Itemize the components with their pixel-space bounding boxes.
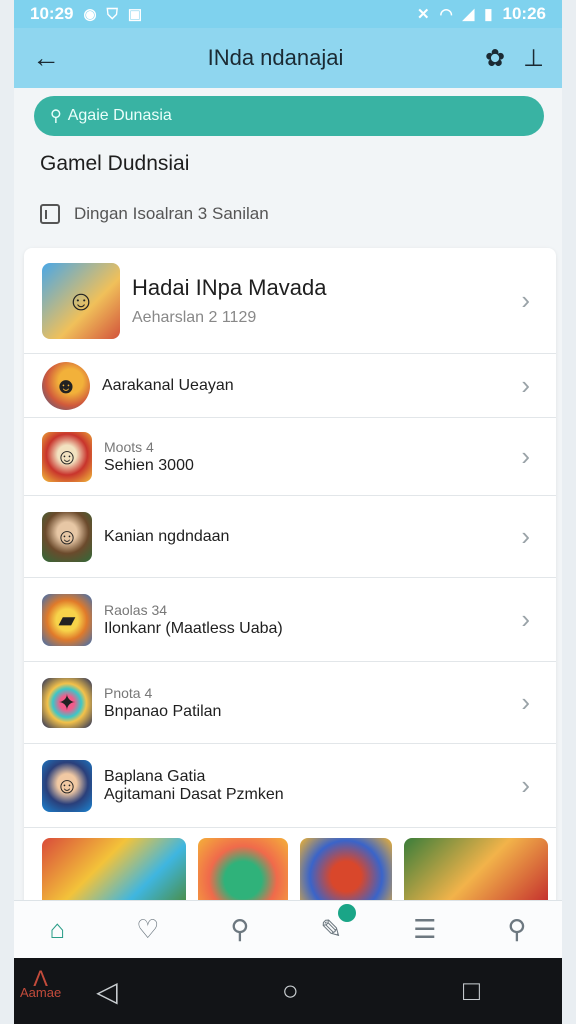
game-tiles-row <box>42 838 548 900</box>
character-icon: ☺ <box>55 523 79 549</box>
mute-icon: ✕ <box>417 6 430 23</box>
featured-row[interactable]: ☺ Hadai INpa Mavada Aeharslan 2 1129 › <box>24 248 556 354</box>
list-item-label: Sehien 3000 <box>104 456 194 474</box>
arrow-left-icon[interactable]: ← <box>32 42 66 74</box>
list-item[interactable]: ☺ Moots 4 Sehien 3000 › <box>24 418 556 496</box>
screen: 10:29 ◉ ⛉ ▣ ✕ ◠ ◢ ▮ 10:26 ← INda ndanaja… <box>0 0 576 1024</box>
list-item-label: Kanian ngdndaan <box>104 527 230 545</box>
system-nav-bar: ◁ ○ □ <box>14 958 562 1024</box>
message-icon: ▣ <box>127 6 143 23</box>
section-title: Gamel Dudnsiai <box>40 152 190 175</box>
subtitle-text: Dingan Isoalran 3 Sanilan <box>74 204 269 223</box>
game-tile[interactable] <box>198 838 288 900</box>
edit-icon[interactable]: ✎ <box>320 904 357 945</box>
bee-icon[interactable]: ✿ <box>485 44 505 73</box>
status-time-left: 10:29 <box>30 4 74 23</box>
main-content: ⚲ Agaie Dunasia Gamel Dudnsiai Dingan Is… <box>14 88 562 900</box>
game-thumbnail: ☺ <box>42 759 92 812</box>
logo-icon: Λ <box>33 966 48 991</box>
subtitle-row: Dingan Isoalran 3 Sanilan <box>40 204 269 224</box>
brand-logo: Λ Aamae <box>20 966 62 1000</box>
chevron-right-icon: › <box>521 285 530 315</box>
list-item-label: Aarakanal Ueayan <box>102 376 234 394</box>
list-item-label: Agitamani Dasat Pzmken <box>104 785 284 803</box>
character-icon: ☻ <box>54 372 78 398</box>
character-icon: ☺ <box>55 443 79 469</box>
list-item-meta: Moots 4 <box>104 438 154 455</box>
list-item[interactable]: ☺ Kanian ngdndaan › <box>24 496 556 578</box>
status-time-right: 10:26 <box>502 4 546 23</box>
chevron-right-icon: › <box>521 604 530 634</box>
list-item[interactable]: ☻ Aarakanal Ueayan › <box>24 354 556 418</box>
warrior-icon: ☺ <box>66 284 96 316</box>
page-title: INda ndanajai <box>207 45 344 70</box>
chevron-right-icon: › <box>521 441 530 471</box>
list-item[interactable]: ✦ Pnota 4 Bnpanao Patilan › <box>24 662 556 744</box>
chevron-right-icon: › <box>521 370 530 400</box>
notification-icon: ◉ <box>83 6 97 23</box>
home-circle-icon[interactable]: ○ <box>282 975 299 1007</box>
featured-meta: Aeharslan 2 1129 <box>132 308 257 326</box>
recents-square-icon[interactable]: □ <box>463 975 480 1007</box>
gems-icon: ✦ <box>57 689 77 715</box>
treasure-icon: ▰ <box>58 606 76 632</box>
chevron-right-icon: › <box>521 521 530 551</box>
game-thumbnail: ✦ <box>42 677 92 728</box>
list-item-label: Ilonkanr (Maatless Uaba) <box>104 619 283 637</box>
list-item-label: Bnpanao Patilan <box>104 702 222 720</box>
search-icon[interactable]: ⚲ <box>507 914 526 945</box>
chevron-right-icon: › <box>521 770 530 800</box>
list-item[interactable]: ☺ Baplana Gatia Agitamani Dasat Pzmken › <box>24 744 556 828</box>
brand-label: Aamae <box>20 985 62 1000</box>
featured-title: Hadai INpa Mavada <box>132 274 327 300</box>
heart-shield-icon[interactable]: ♡ <box>136 914 159 945</box>
game-list-card: ☺ Hadai INpa Mavada Aeharslan 2 1129 › ☻… <box>24 248 556 900</box>
back-triangle-icon[interactable]: ◁ <box>96 975 118 1008</box>
search-icon: ⚲ <box>50 108 62 125</box>
list-icon[interactable]: ☰ <box>413 914 436 945</box>
game-thumbnail: ▰ <box>42 593 92 646</box>
chevron-right-icon: › <box>521 687 530 717</box>
list-item-meta: Pnota 4 <box>104 684 153 701</box>
list-item-title: Baplana Gatia <box>104 767 206 785</box>
signal-icon: ◢ <box>462 6 475 23</box>
calendar-icon <box>40 204 60 224</box>
battery-icon: ▮ <box>484 6 493 23</box>
game-tile[interactable] <box>404 838 548 900</box>
search-input[interactable]: ⚲ Agaie Dunasia <box>34 96 544 136</box>
game-thumbnail: ☺ <box>42 511 92 562</box>
home-icon[interactable]: ⌂ <box>49 914 65 945</box>
game-tile[interactable] <box>42 838 186 900</box>
search-icon[interactable]: ⚲ <box>230 914 249 945</box>
list-item[interactable]: ▰ Raolas 34 Ilonkanr (Maatless Uaba) › <box>24 578 556 662</box>
game-tile[interactable] <box>300 838 392 900</box>
status-bar: 10:29 ◉ ⛉ ▣ ✕ ◠ ◢ ▮ 10:26 <box>14 0 562 28</box>
list-item-meta: Raolas 34 <box>104 601 168 618</box>
game-thumbnail: ☺ <box>42 262 120 339</box>
app-bar: ← INda ndanajai ✿ ⊥ <box>14 28 562 88</box>
game-thumbnail: ☺ <box>42 431 92 482</box>
download-icon[interactable]: ⊥ <box>523 44 544 73</box>
game-thumbnail: ☻ <box>42 361 90 410</box>
wifi-icon: ◠ <box>439 6 453 23</box>
character-icon: ☺ <box>55 772 79 798</box>
notification-dot <box>338 904 357 922</box>
bottom-nav: ⌂ ♡ ⚲ ✎ ☰ ⚲ <box>14 900 562 958</box>
search-placeholder: Agaie Dunasia <box>67 107 172 124</box>
shield-icon: ⛉ <box>106 5 118 23</box>
